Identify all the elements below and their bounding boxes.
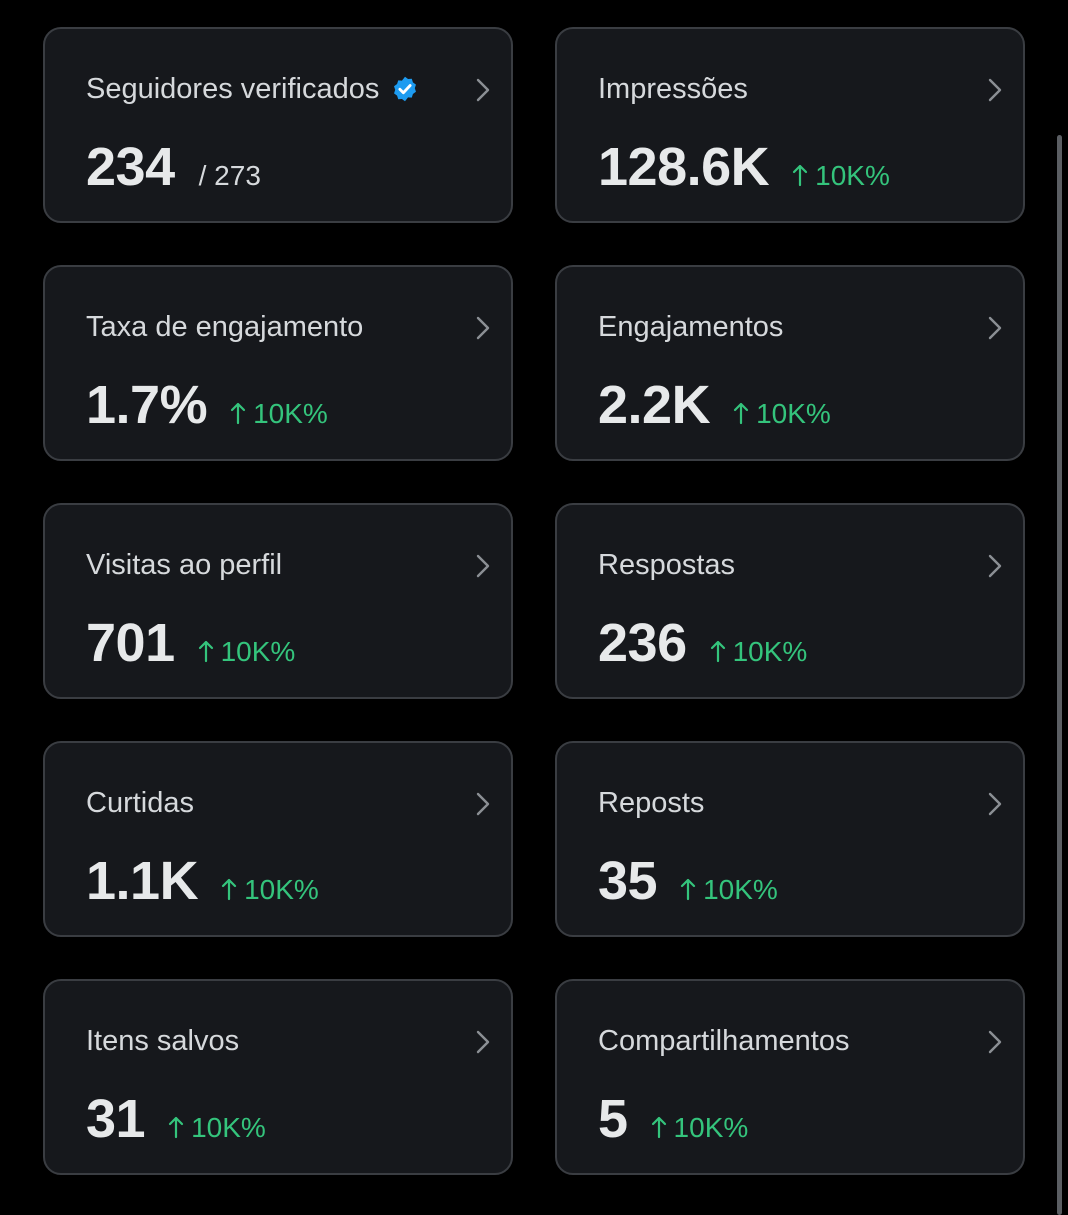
card-visitas-ao-perfil[interactable]: Visitas ao perfil 701 10K% bbox=[43, 503, 513, 699]
card-title-text: Engajamentos bbox=[598, 311, 784, 343]
card-title: Reposts bbox=[598, 785, 704, 821]
card-title: Visitas ao perfil bbox=[86, 547, 282, 583]
value-row: 128.6K 10K% bbox=[598, 135, 890, 199]
change-value: 10K% bbox=[244, 874, 319, 905]
change-indicator: 10K% bbox=[650, 1112, 749, 1144]
card-curtidas[interactable]: Curtidas 1.1K 10K% bbox=[43, 741, 513, 937]
verified-badge-icon bbox=[394, 76, 417, 102]
card-taxa-de-engajamento[interactable]: Taxa de engajamento 1.7% 10K% bbox=[43, 265, 513, 461]
value-row: 236 10K% bbox=[598, 611, 807, 675]
card-title: Curtidas bbox=[86, 785, 194, 821]
value-row: 701 10K% bbox=[86, 611, 295, 675]
card-reposts[interactable]: Reposts 35 10K% bbox=[555, 741, 1025, 937]
card-title-text: Itens salvos bbox=[86, 1025, 240, 1057]
change-value: 10K% bbox=[756, 398, 831, 429]
metric-value: 236 bbox=[598, 613, 687, 673]
card-title-text: Seguidores verificados bbox=[86, 73, 380, 105]
card-respostas[interactable]: Respostas 236 10K% bbox=[555, 503, 1025, 699]
card-title: Engajamentos bbox=[598, 309, 783, 345]
metric-value: 35 bbox=[598, 851, 658, 911]
change-indicator: 10K% bbox=[791, 160, 890, 192]
metric-value: 2.2K bbox=[598, 375, 711, 435]
card-title-text: Taxa de engajamento bbox=[86, 311, 364, 343]
metric-total: / 273 bbox=[198, 160, 261, 191]
card-itens-salvos[interactable]: Itens salvos 31 10K% bbox=[43, 979, 513, 1175]
metric-value: 234 bbox=[86, 137, 175, 197]
change-value: 10K% bbox=[253, 398, 328, 429]
change-indicator: 10K% bbox=[197, 636, 296, 668]
metrics-grid: Seguidores verificados 234 / 273 Impress… bbox=[43, 27, 1026, 1175]
change-indicator: 10K% bbox=[229, 398, 328, 430]
card-title-text: Impressões bbox=[598, 73, 748, 105]
card-title: Taxa de engajamento bbox=[86, 309, 363, 345]
metric-value: 701 bbox=[86, 613, 175, 673]
chevron-right-icon bbox=[988, 316, 1002, 340]
value-row: 5 10K% bbox=[598, 1087, 748, 1151]
metric-value: 1.7% bbox=[86, 375, 208, 435]
chevron-right-icon bbox=[476, 316, 490, 340]
change-value: 10K% bbox=[732, 636, 808, 667]
metric-value: 5 bbox=[598, 1089, 628, 1149]
card-title: Itens salvos bbox=[86, 1023, 239, 1059]
arrow-up-icon bbox=[793, 164, 808, 187]
change-value: 10K% bbox=[191, 1112, 266, 1143]
change-indicator: 10K% bbox=[732, 398, 831, 430]
card-title: Respostas bbox=[598, 547, 735, 583]
change-indicator: 10K% bbox=[167, 1112, 266, 1144]
change-value: 10K% bbox=[703, 874, 778, 905]
card-title-text: Curtidas bbox=[86, 787, 194, 819]
chevron-right-icon bbox=[988, 1030, 1002, 1054]
chevron-right-icon bbox=[988, 554, 1002, 578]
arrow-up-icon bbox=[168, 1116, 184, 1139]
chevron-right-icon bbox=[988, 78, 1002, 102]
value-row: 2.2K 10K% bbox=[598, 373, 831, 437]
change-indicator: 10K% bbox=[220, 874, 319, 906]
change-value: 10K% bbox=[220, 636, 296, 667]
arrow-up-icon bbox=[710, 640, 725, 663]
value-row: 1.1K 10K% bbox=[86, 849, 319, 913]
metric-value: 31 bbox=[86, 1089, 146, 1149]
arrow-up-icon bbox=[651, 1116, 666, 1139]
scrollbar[interactable] bbox=[1057, 135, 1062, 1215]
value-row: 1.7% 10K% bbox=[86, 373, 328, 437]
card-seguidores-verificados[interactable]: Seguidores verificados 234 / 273 bbox=[43, 27, 513, 223]
change-value: 10K% bbox=[673, 1112, 749, 1143]
metric-value: 128.6K bbox=[598, 137, 770, 197]
card-title-text: Reposts bbox=[598, 787, 705, 819]
card-title: Compartilhamentos bbox=[598, 1023, 849, 1059]
card-engajamentos[interactable]: Engajamentos 2.2K 10K% bbox=[555, 265, 1025, 461]
value-row: 31 10K% bbox=[86, 1087, 266, 1151]
change-indicator: 10K% bbox=[679, 874, 778, 906]
card-title-text: Compartilhamentos bbox=[598, 1025, 850, 1057]
metric-value: 1.1K bbox=[86, 851, 199, 911]
chevron-right-icon bbox=[988, 792, 1002, 816]
card-title-text: Visitas ao perfil bbox=[86, 549, 283, 581]
change-value: 10K% bbox=[815, 160, 890, 191]
card-title: Seguidores verificados bbox=[86, 71, 419, 107]
arrow-up-icon bbox=[221, 878, 237, 901]
card-title: Impressões bbox=[598, 71, 748, 107]
card-compartilhamentos[interactable]: Compartilhamentos 5 10K% bbox=[555, 979, 1025, 1175]
change-indicator: 10K% bbox=[709, 636, 808, 668]
chevron-right-icon bbox=[476, 78, 490, 102]
chevron-right-icon bbox=[476, 792, 490, 816]
arrow-up-icon bbox=[198, 640, 213, 663]
arrow-up-icon bbox=[680, 878, 696, 901]
arrow-up-icon bbox=[733, 402, 749, 425]
value-row: 234 / 273 bbox=[86, 135, 261, 199]
chevron-right-icon bbox=[476, 1030, 490, 1054]
arrow-up-icon bbox=[230, 402, 246, 425]
chevron-right-icon bbox=[476, 554, 490, 578]
card-title-text: Respostas bbox=[598, 549, 736, 581]
value-row: 35 10K% bbox=[598, 849, 778, 913]
card-impressoes[interactable]: Impressões 128.6K 10K% bbox=[555, 27, 1025, 223]
